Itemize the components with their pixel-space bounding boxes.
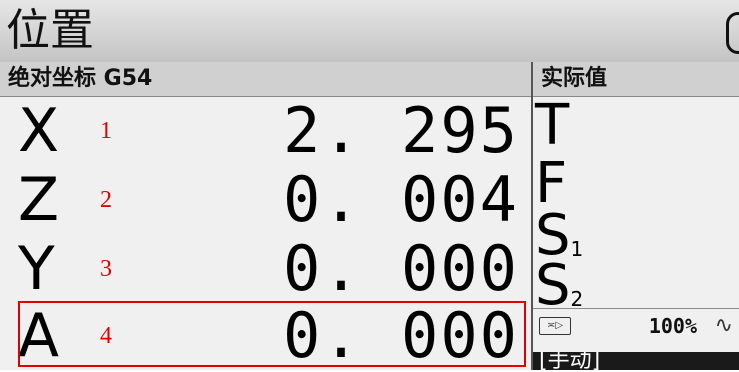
feed-override-value: 100% [648,314,697,338]
axis-index: 2 [100,187,112,213]
actual-values-header: 实际值 [533,62,739,97]
axis-index: 1 [100,118,112,144]
axis-row-x: X 1 2. 295 [0,94,531,167]
axis-index: 3 [100,256,112,282]
title-edge-decoration [726,12,739,54]
axis-value: 0. 000 [283,232,519,305]
axis-label: Y [18,234,55,304]
axis-value: 0. 004 [283,163,519,236]
axis-value: 2. 295 [283,94,519,167]
absolute-coordinates-panel: 绝对坐标 G54 X 1 2. 295 Z 2 0. 004 Y 3 0. 00… [0,62,531,371]
absolute-coordinates-header: 绝对坐标 G54 [0,62,531,97]
axis-label: X [18,96,60,166]
actual-values-panel: 实际值 T F S1 S2 ≍▷ 100% ∿ [533,62,739,370]
absolute-coordinates-label: 绝对坐标 G54 [8,66,153,91]
tool-label: T [535,93,570,158]
axis-row-z: Z 2 0. 004 [0,163,531,236]
waveform-icon: ∿ [714,313,733,338]
title-bar: 位置 [0,0,739,62]
axis-row-y: Y 3 0. 000 [0,232,531,305]
feed-override-icon: ≍▷ [539,317,571,335]
feed-override-row: ≍▷ 100% ∿ [533,308,739,343]
actual-values-label: 实际值 [541,66,608,91]
page-title: 位置 [6,5,94,56]
mode-status-bar: [手动] [533,352,739,370]
axis-label: Z [18,165,60,235]
mode-label: [手动] [539,352,601,370]
axis-a-highlight-box [18,301,526,367]
